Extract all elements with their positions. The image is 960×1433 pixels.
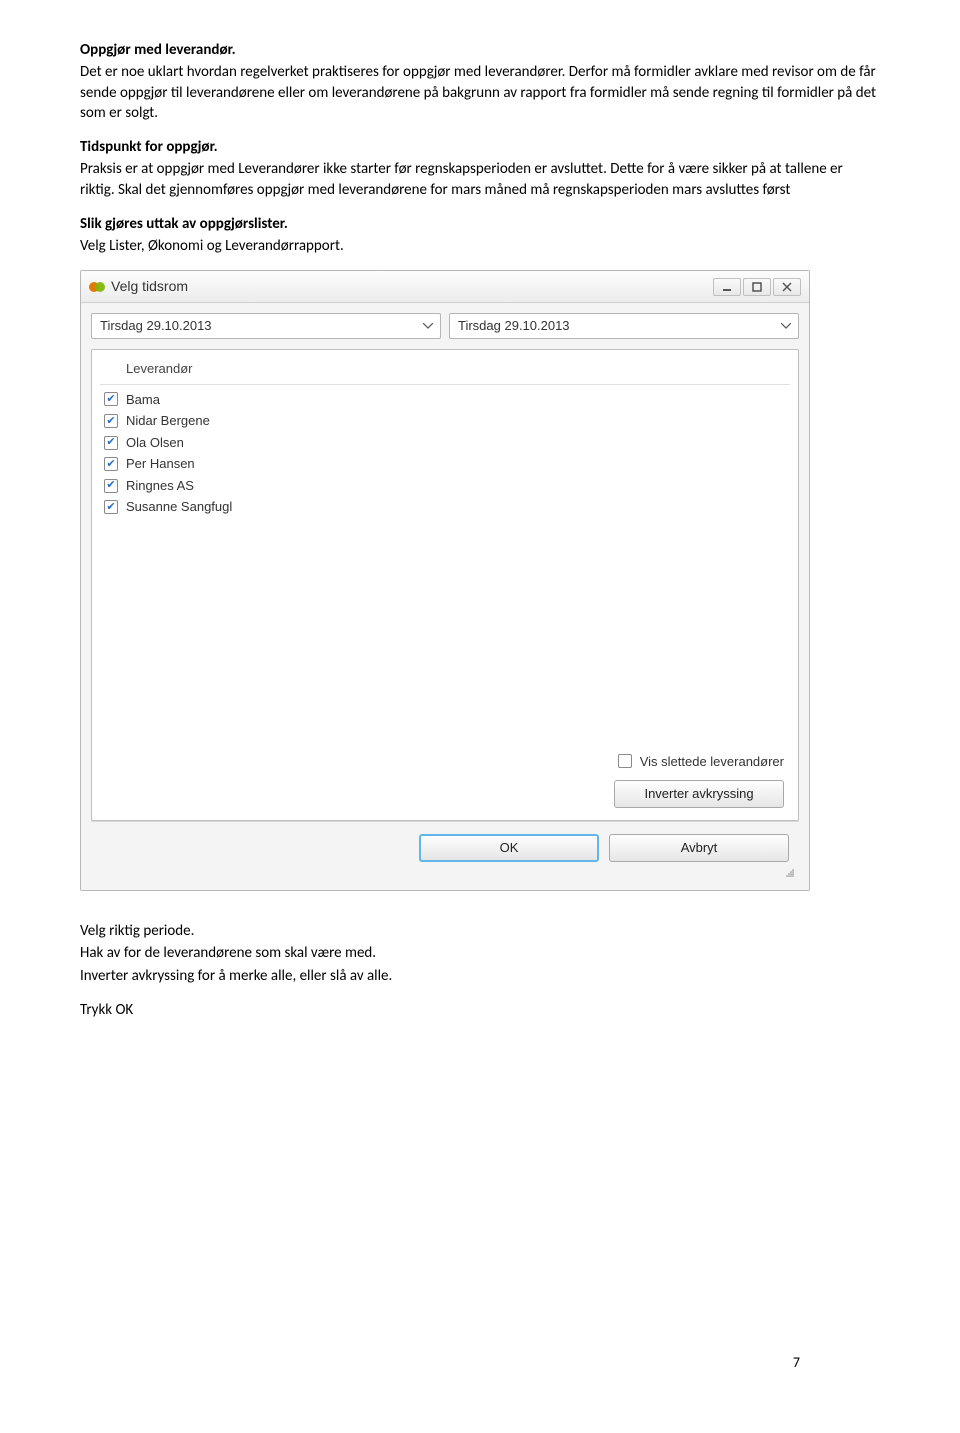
paragraph-4a: Velg riktig periode.: [80, 921, 880, 941]
supplier-list-header: Leverandør: [100, 356, 790, 385]
supplier-checkbox[interactable]: ✔: [104, 414, 118, 428]
heading-uttak: Slik gjøres uttak av oppgjørslister.: [80, 214, 880, 234]
supplier-checkbox[interactable]: ✔: [104, 392, 118, 406]
maximize-button[interactable]: [743, 278, 771, 296]
show-deleted-label: Vis slettede leverandører: [640, 753, 784, 771]
date-to-value: Tirsdag 29.10.2013: [458, 317, 570, 335]
paragraph-3: Velg Lister, Økonomi og Leverandørrappor…: [80, 236, 880, 256]
supplier-row[interactable]: ✔ Per Hansen: [100, 453, 790, 475]
supplier-checkbox[interactable]: ✔: [104, 457, 118, 471]
close-button[interactable]: [773, 278, 801, 296]
date-to-select[interactable]: Tirsdag 29.10.2013: [449, 313, 799, 339]
supplier-checkbox[interactable]: ✔: [104, 500, 118, 514]
supplier-name: Ola Olsen: [126, 434, 184, 452]
paragraph-5: Trykk OK: [80, 1000, 880, 1020]
window-controls: [713, 278, 801, 296]
supplier-name: Susanne Sangfugl: [126, 498, 232, 516]
supplier-row[interactable]: ✔ Bama: [100, 389, 790, 411]
supplier-name: Ringnes AS: [126, 477, 194, 495]
paragraph-2: Praksis er at oppgjør med Leverandører i…: [80, 159, 880, 200]
page-number: 7: [793, 1354, 800, 1373]
supplier-list: ✔ Bama ✔ Nidar Bergene ✔ Ola Olsen ✔ Per Hansen…: [100, 385, 790, 745]
paragraph-4b: Hak av for de leverandørene som skal vær…: [80, 943, 880, 963]
ok-button[interactable]: OK: [419, 834, 599, 862]
heading-tidspunkt: Tidspunkt for oppgjør.: [80, 137, 880, 157]
resize-grip-icon[interactable]: [91, 868, 799, 882]
paragraph-1: Det er noe uklart hvordan regelverket pr…: [80, 62, 880, 123]
supplier-name: Per Hansen: [126, 455, 195, 473]
heading-oppgjor: Oppgjør med leverandør.: [80, 40, 880, 60]
paragraph-4c: Inverter avkryssing for å merke alle, el…: [80, 966, 880, 986]
supplier-row[interactable]: ✔ Ringnes AS: [100, 475, 790, 497]
supplier-checkbox[interactable]: ✔: [104, 479, 118, 493]
supplier-row[interactable]: ✔ Ola Olsen: [100, 432, 790, 454]
chevron-down-icon: [780, 320, 792, 332]
chevron-down-icon: [422, 320, 434, 332]
minimize-button[interactable]: [713, 278, 741, 296]
dialog-title: Velg tidsrom: [111, 277, 188, 296]
date-from-select[interactable]: Tirsdag 29.10.2013: [91, 313, 441, 339]
supplier-row[interactable]: ✔ Susanne Sangfugl: [100, 496, 790, 518]
select-period-dialog: Velg tidsrom Tirsdag 29.10.2013 Tirsda: [80, 270, 810, 891]
supplier-name: Bama: [126, 391, 160, 409]
supplier-list-frame: Leverandør ✔ Bama ✔ Nidar Bergene ✔ Ola Olsen…: [91, 349, 799, 821]
app-icon: [89, 279, 105, 295]
supplier-row[interactable]: ✔ Nidar Bergene: [100, 410, 790, 432]
show-deleted-checkbox[interactable]: ✔: [618, 754, 632, 768]
invert-selection-button[interactable]: Inverter avkryssing: [614, 780, 784, 808]
date-from-value: Tirsdag 29.10.2013: [100, 317, 212, 335]
supplier-name: Nidar Bergene: [126, 412, 210, 430]
supplier-checkbox[interactable]: ✔: [104, 436, 118, 450]
cancel-button[interactable]: Avbryt: [609, 834, 789, 862]
dialog-titlebar: Velg tidsrom: [81, 271, 809, 303]
